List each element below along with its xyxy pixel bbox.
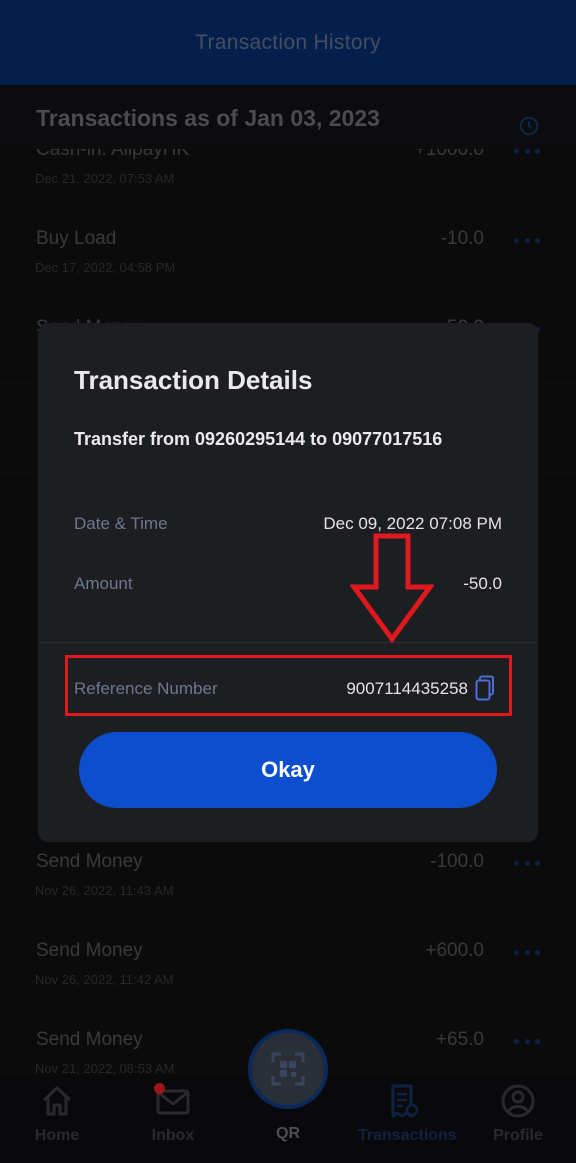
tab-qr-label[interactable]: QR	[248, 1125, 328, 1143]
inbox-notification-dot	[154, 1083, 165, 1094]
divider	[38, 642, 538, 643]
modal-title: Transaction Details	[74, 365, 313, 395]
amount-value: -50.0	[463, 574, 502, 593]
reference-highlight-box	[65, 655, 512, 716]
qr-code-icon	[271, 1052, 305, 1086]
qr-button[interactable]	[248, 1029, 328, 1109]
down-arrow-icon	[350, 533, 434, 643]
okay-button[interactable]: Okay	[79, 732, 497, 808]
transaction-details-modal: Transaction Details Transfer from 092602…	[38, 323, 538, 842]
date-time-value: Dec 09, 2022 07:08 PM	[323, 514, 502, 533]
amount-label: Amount	[74, 574, 133, 593]
date-time-label: Date & Time	[74, 514, 168, 533]
transfer-description: Transfer from 09260295144 to 09077017516	[74, 429, 443, 449]
